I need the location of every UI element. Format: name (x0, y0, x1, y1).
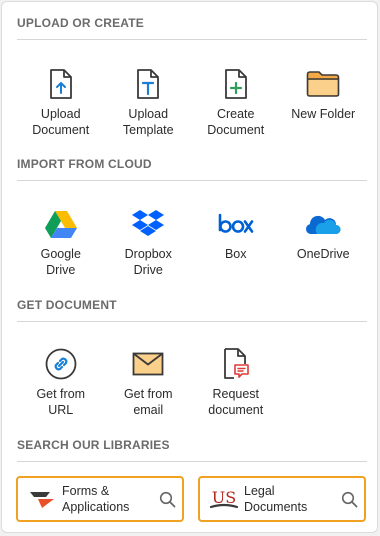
box-icon (218, 206, 254, 242)
tile-label: Create Document (207, 107, 265, 137)
tile-label: Get from email (123, 387, 173, 417)
link-icon (43, 346, 79, 382)
dropbox-button[interactable]: Dropbox Drive (105, 206, 193, 278)
tile-label: Upload Template (122, 107, 174, 137)
google-drive-button[interactable]: Google Drive (17, 206, 105, 278)
create-document-icon (218, 66, 254, 102)
get-row: Get from URL Get from email Request docu… (17, 346, 367, 418)
upload-template-icon (130, 66, 166, 102)
google-drive-icon (43, 206, 79, 242)
section-title-get: GET DOCUMENT (17, 298, 117, 312)
upload-template-button[interactable]: Upload Template (105, 66, 193, 138)
upload-document-button[interactable]: Upload Document (17, 66, 105, 138)
library-label: Forms & Applications (62, 484, 130, 514)
tile-label: OneDrive (296, 247, 350, 261)
section-title-upload: UPLOAD OR CREATE (17, 16, 144, 30)
forms-applications-library-button[interactable]: Forms & Applications (16, 476, 184, 522)
legal-documents-library-button[interactable]: US Legal Documents (198, 476, 366, 522)
tile-label: Upload Document (32, 107, 90, 137)
import-panel: UPLOAD OR CREATE Upload Document Upload … (1, 1, 378, 533)
divider (17, 39, 367, 40)
dropbox-icon (130, 206, 166, 242)
tile-label: Google Drive (40, 247, 81, 277)
search-icon (152, 491, 182, 508)
divider (17, 461, 367, 462)
request-document-button[interactable]: Request document (192, 346, 280, 418)
tile-label: Request document (208, 387, 264, 417)
request-document-icon (218, 346, 254, 382)
divider (17, 180, 367, 181)
divider (17, 321, 367, 322)
get-from-url-button[interactable]: Get from URL (17, 346, 105, 418)
tile-label: Dropbox Drive (124, 247, 172, 277)
search-icon (334, 491, 364, 508)
new-folder-button[interactable]: New Folder (280, 66, 368, 138)
get-from-email-button[interactable]: Get from email (105, 346, 193, 418)
envelope-icon (130, 346, 166, 382)
tile-label: Get from URL (36, 387, 86, 417)
onedrive-icon (305, 206, 341, 242)
tile-label: New Folder (291, 107, 356, 121)
tile-label: Box (224, 247, 247, 261)
section-title-libraries: SEARCH OUR LIBRARIES (17, 438, 170, 452)
us-legal-logo-icon: US (206, 487, 242, 511)
folder-icon (305, 66, 341, 102)
box-button[interactable]: Box (192, 206, 280, 278)
forms-logo-icon (24, 489, 60, 509)
create-document-button[interactable]: Create Document (192, 66, 280, 138)
upload-row: Upload Document Upload Template Create D… (17, 66, 367, 138)
upload-document-icon (43, 66, 79, 102)
cloud-row: Google Drive Dropbox Drive Box OneDrive (17, 206, 367, 278)
section-title-cloud: IMPORT FROM CLOUD (17, 157, 152, 171)
library-label: Legal Documents (244, 484, 308, 514)
onedrive-button[interactable]: OneDrive (280, 206, 368, 278)
